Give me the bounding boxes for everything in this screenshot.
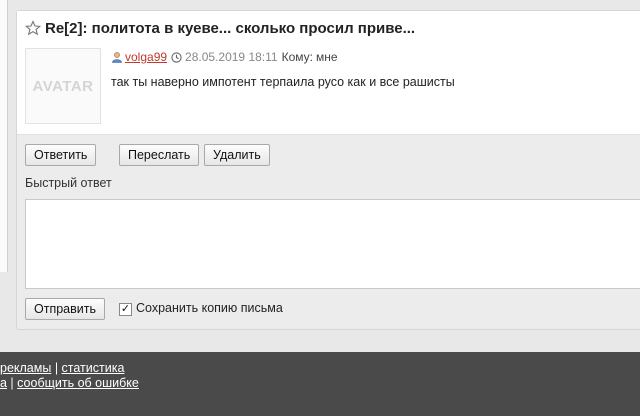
delete-button[interactable]: Удалить	[204, 144, 270, 166]
footer-link-stats[interactable]: статистика	[62, 361, 125, 375]
footer-line-1: рекламы | статистика	[0, 361, 124, 375]
save-copy-checkbox[interactable]: ✓	[119, 303, 132, 316]
avatar: AVATAR	[25, 48, 101, 124]
message-card: Re[2]: политота в куеве... сколько проси…	[17, 11, 640, 135]
reply-button[interactable]: Ответить	[25, 144, 97, 166]
recipient-value: мне	[315, 50, 338, 64]
message-body: так ты наверно импотент терпаила русо ка…	[111, 75, 455, 89]
message-date: 28.05.2019 18:11	[185, 50, 278, 64]
quick-reply-label: Быстрый ответ	[25, 176, 112, 190]
clock-icon	[171, 51, 182, 63]
recipient-label: Кому:	[281, 50, 313, 64]
footer-separator: |	[51, 361, 62, 375]
footer-link-ads[interactable]: рекламы	[0, 361, 51, 375]
message-meta: volga99 28.05.2019 18:11 Кому: мне	[111, 50, 338, 64]
left-panel-edge	[0, 0, 8, 272]
quick-reply-input[interactable]	[25, 199, 640, 289]
user-icon	[112, 52, 122, 63]
message-panel: Re[2]: политота в куеве... сколько проси…	[16, 10, 640, 330]
footer-separator: |	[6, 376, 18, 390]
save-copy-label[interactable]: Сохранить копию письма	[136, 301, 283, 315]
footer-link-report-error[interactable]: сообщить об ошибке	[17, 376, 139, 390]
message-subject: Re[2]: политота в куеве... сколько проси…	[45, 20, 416, 37]
star-icon[interactable]	[25, 20, 41, 36]
footer-link-partial[interactable]: а	[0, 376, 7, 390]
author-link[interactable]: volga99	[125, 50, 167, 64]
footer: рекламы | статистика а | сообщить об оши…	[0, 352, 640, 416]
send-button[interactable]: Отправить	[25, 298, 105, 320]
forward-button[interactable]: Переслать	[119, 144, 200, 166]
footer-line-2: а | сообщить об ошибке	[0, 376, 139, 390]
